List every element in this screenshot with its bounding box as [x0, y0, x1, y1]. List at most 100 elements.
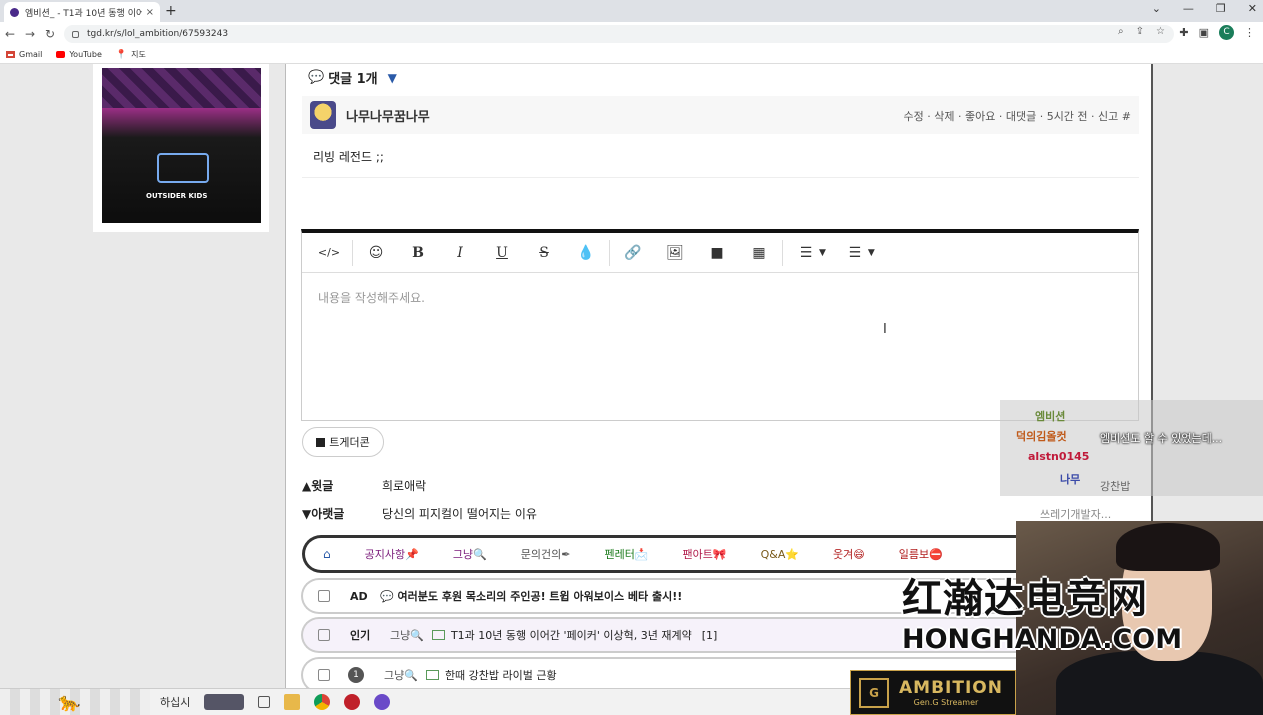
bookmark-maps[interactable]: 📍 지도: [116, 49, 146, 60]
tab-close-icon[interactable]: ×: [146, 7, 154, 18]
row-comment-count: [1]: [701, 628, 718, 642]
comment-body: 리빙 레전드 ;;: [302, 134, 1139, 178]
table-icon[interactable]: ▦: [738, 245, 780, 261]
row-title[interactable]: T1과 10년 동행 이어간 '페이커' 이상혁, 3년 재계약: [451, 627, 692, 643]
chrome-icon[interactable]: [314, 694, 331, 710]
task-view-icon[interactable]: [258, 696, 271, 708]
chevron-down-icon[interactable]: ▼: [819, 248, 826, 258]
gmail-icon: [6, 51, 15, 58]
comment-actions[interactable]: 수정 · 삭제 · 좋아요 · 대댓글 · 5시간 전 · 신고 #: [904, 108, 1131, 124]
row-category: 그냥🔍: [384, 669, 418, 682]
site-watermark: 红瀚达电竞网 HONGHANDA.COM: [902, 566, 1202, 655]
row-title[interactable]: 💬 여러분도 후원 목소리의 주인공! 트윕 아워보이스 베타 출시!!: [380, 588, 682, 604]
url-field[interactable]: tgd.kr/s/lol_ambition/67593243: [64, 25, 1174, 43]
category-notice[interactable]: 공지사항📌: [365, 546, 419, 562]
minimize-icon[interactable]: —: [1183, 2, 1194, 15]
taskbar-thumbnail-icon[interactable]: [204, 694, 245, 710]
bookmark-star-icon[interactable]: ☆: [1156, 26, 1165, 37]
row-checkbox[interactable]: [318, 629, 330, 641]
chat-message: 엠비션도 할 수 있었는데...: [1100, 432, 1223, 445]
tgcon-button[interactable]: 트게더콘: [302, 427, 384, 457]
color-drop-icon[interactable]: 💧: [565, 245, 607, 261]
bookmark-label: Gmail: [19, 50, 43, 59]
menu-kebab-icon[interactable]: ⋮: [1244, 26, 1255, 39]
prev-post-title[interactable]: 희로애락: [382, 477, 426, 494]
zoom-icon[interactable]: ⌕: [1118, 26, 1124, 37]
taskbar-text[interactable]: 하십시: [160, 694, 190, 710]
extension-area: ✚ ▣ C ⋮: [1179, 25, 1255, 40]
comment-header: 💬 댓글 1개 ▼: [308, 68, 397, 87]
code-view-icon[interactable]: </>: [308, 246, 350, 259]
left-banner-image[interactable]: OUTSIDER KIDS: [102, 68, 261, 223]
url-actions: ⌕ ⇪ ☆: [1118, 26, 1165, 37]
browser-tab[interactable]: 엠비션_ - T1과 10년 동행 이어간 ×: [4, 2, 160, 22]
italic-icon[interactable]: I: [439, 245, 481, 261]
watermark-en: HONGHANDA.COM: [902, 624, 1183, 655]
reload-icon[interactable]: ↻: [40, 27, 60, 41]
category-inquiry[interactable]: 문의건의✒: [521, 546, 571, 562]
window-controls: ⌄ — ❐ ✕: [1152, 2, 1257, 15]
webcam-hair: [1116, 523, 1220, 571]
category-funny[interactable]: 웃겨😄: [833, 546, 865, 562]
map-pin-icon: 📍: [115, 49, 128, 60]
editor-input[interactable]: 내용을 작성해주세요.: [302, 273, 1138, 322]
share-icon[interactable]: ⇪: [1136, 26, 1144, 37]
file-explorer-icon[interactable]: [284, 694, 301, 710]
next-post-row[interactable]: ▼아랫글 당신의 피지컬이 떨어지는 이유: [302, 505, 537, 522]
app-icon[interactable]: [374, 694, 391, 710]
tab-search-icon[interactable]: ⌄: [1152, 2, 1161, 15]
video-icon[interactable]: ■: [696, 245, 738, 261]
next-post-title[interactable]: 당신의 피지컬이 떨어지는 이유: [382, 505, 537, 522]
close-window-icon[interactable]: ✕: [1248, 2, 1257, 15]
side-panel-icon[interactable]: ▣: [1199, 26, 1209, 39]
row-title[interactable]: 한때 강찬밥 라이벌 근황: [445, 667, 557, 683]
image-attach-icon: [425, 670, 439, 680]
url-text: tgd.kr/s/lol_ambition/67593243: [87, 29, 229, 39]
bold-icon[interactable]: B: [397, 245, 439, 261]
forward-icon[interactable]: →: [20, 27, 40, 41]
address-bar-row: ← → ↻ tgd.kr/s/lol_ambition/67593243 ⌕ ⇪…: [0, 22, 1263, 46]
chat-faded-message: 쓰레기개발자...: [1040, 508, 1112, 521]
comment-username[interactable]: 나무나무꿈나무: [346, 106, 430, 125]
bookmark-youtube[interactable]: YouTube: [56, 50, 102, 59]
image-attach-icon: [431, 630, 445, 640]
youtube-icon: [56, 51, 66, 58]
watermark-cn: 红瀚达电竞网: [902, 575, 1148, 622]
tgcon-label: 트게더콘: [329, 436, 370, 449]
banner-pattern: [102, 68, 261, 108]
prev-post-row[interactable]: ▲윗글 희로애락: [302, 477, 426, 494]
os-taskbar: 🐆 하십시: [0, 688, 850, 715]
row-checkbox[interactable]: [318, 669, 330, 681]
profile-avatar[interactable]: C: [1219, 25, 1234, 40]
new-tab-button[interactable]: +: [165, 3, 177, 19]
row-rank-badge: 1: [348, 667, 364, 683]
comment-avatar[interactable]: [310, 101, 336, 129]
toolbar-divider: [782, 239, 783, 266]
underline-icon[interactable]: U: [481, 245, 523, 261]
image-icon[interactable]: 🖼: [654, 245, 696, 261]
restore-icon[interactable]: ❐: [1216, 2, 1226, 15]
chevron-down-icon[interactable]: ▼: [868, 248, 875, 258]
row-tag: 인기: [350, 629, 371, 642]
bookmark-label: YouTube: [69, 50, 102, 59]
emoji-icon[interactable]: ☺: [355, 245, 397, 261]
category-free[interactable]: 그냥🔍: [453, 546, 487, 562]
category-qna[interactable]: Q&A⭐: [761, 548, 799, 561]
extensions-icon[interactable]: ✚: [1179, 26, 1188, 39]
home-icon[interactable]: ⌂: [323, 547, 331, 561]
category-fanletter[interactable]: 펜레터📩: [604, 546, 648, 562]
bookmark-gmail[interactable]: Gmail: [6, 50, 42, 59]
next-post-label: ▼아랫글: [302, 507, 345, 521]
strikethrough-icon[interactable]: S: [523, 245, 565, 261]
lock-icon: [72, 30, 79, 38]
row-checkbox[interactable]: [318, 590, 330, 602]
row-category: 그냥🔍: [390, 629, 424, 642]
back-icon[interactable]: ←: [0, 27, 20, 41]
link-icon[interactable]: 🔗: [612, 245, 654, 261]
category-report[interactable]: 일름보⛔: [899, 546, 943, 562]
ambition-badge: G AMBITION Gen.G Streamer: [850, 670, 1016, 715]
category-fanart[interactable]: 팬아트🎀: [683, 546, 727, 562]
app-icon[interactable]: [344, 694, 361, 710]
collapse-triangle-icon[interactable]: ▼: [388, 71, 397, 85]
toolbar-divider: [609, 239, 610, 266]
